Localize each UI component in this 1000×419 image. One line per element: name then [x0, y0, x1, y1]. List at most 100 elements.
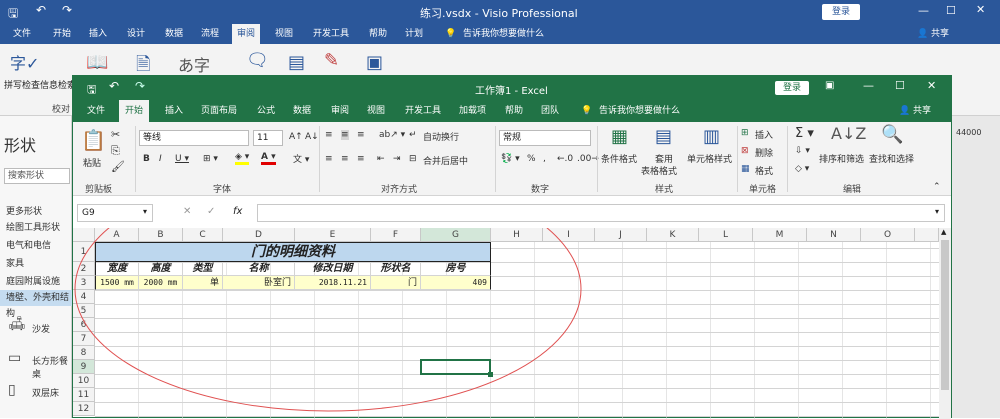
- insert-cells-button[interactable]: 插入: [755, 128, 773, 141]
- column-header-o[interactable]: O: [861, 228, 915, 242]
- decrease-decimal-icon[interactable]: .00→: [577, 154, 599, 164]
- shape-category-garden[interactable]: 庭园附属设施: [6, 274, 60, 287]
- visio-tell-me[interactable]: 告诉我你想要做什么: [458, 24, 549, 44]
- find-select-button[interactable]: 查找和选择: [869, 152, 914, 165]
- format-painter-icon[interactable]: 🖌: [111, 160, 125, 173]
- excel-tab-page-layout[interactable]: 页面布局: [195, 100, 243, 122]
- excel-tab-developer[interactable]: 开发工具: [399, 100, 447, 122]
- visio-tab-help[interactable]: 帮助: [364, 24, 392, 44]
- name-box-dropdown-icon[interactable]: ▾: [143, 207, 147, 216]
- excel-share-button[interactable]: 共享: [907, 100, 937, 122]
- visio-tab-design[interactable]: 设计: [122, 24, 150, 44]
- font-size-select[interactable]: 11: [253, 130, 283, 146]
- phonetic-icon[interactable]: 文 ▾: [293, 152, 309, 165]
- align-center-icon[interactable]: ≡: [341, 154, 349, 164]
- panel-icon[interactable]: ▤: [288, 52, 305, 73]
- ink-icon[interactable]: ✎: [324, 50, 339, 71]
- column-header-m[interactable]: M: [753, 228, 807, 242]
- comment-icon[interactable]: 🗨: [246, 50, 269, 71]
- maximize-icon[interactable]: ☐: [946, 4, 956, 17]
- excel-redo-icon[interactable]: ↷: [135, 79, 145, 93]
- percent-icon[interactable]: %: [527, 154, 536, 164]
- font-name-select[interactable]: 等线: [139, 130, 249, 146]
- font-color-icon[interactable]: A ▾: [261, 152, 276, 165]
- stencil-sofa[interactable]: 沙发: [32, 322, 50, 335]
- comma-icon[interactable]: ,: [543, 154, 546, 164]
- visio-login-button[interactable]: 登录: [822, 4, 860, 20]
- visio-tab-view[interactable]: 视图: [270, 24, 298, 44]
- table-format-button-line2[interactable]: 表格格式: [641, 164, 677, 177]
- shape-category-walls[interactable]: 墙壁、外壳和结构: [0, 290, 72, 319]
- excel-tab-review[interactable]: 审阅: [325, 100, 355, 122]
- table-format-icon[interactable]: ▤: [655, 126, 672, 147]
- copy-icon[interactable]: ⎘: [111, 144, 120, 158]
- excel-tell-me[interactable]: 告诉我你想要做什么: [593, 100, 686, 122]
- excel-tab-home[interactable]: 开始: [119, 100, 150, 122]
- decrease-font-icon[interactable]: A↓: [305, 132, 319, 142]
- border-icon[interactable]: ⊞ ▾: [203, 154, 218, 164]
- redo-icon[interactable]: ↷: [62, 3, 72, 17]
- column-header-n[interactable]: N: [807, 228, 861, 242]
- name-box[interactable]: G9: [77, 204, 153, 222]
- excel-undo-icon[interactable]: ↶: [109, 79, 119, 93]
- excel-tab-view[interactable]: 视图: [361, 100, 391, 122]
- shape-category-furniture[interactable]: 家具: [6, 256, 24, 269]
- orientation-icon[interactable]: ab↗ ▾: [379, 130, 405, 140]
- visio-tab-file[interactable]: 文件: [8, 24, 36, 44]
- sort-filter-button[interactable]: 排序和筛选: [819, 152, 864, 165]
- confirm-formula-icon[interactable]: ✓: [207, 206, 215, 217]
- visio-share-button[interactable]: 共享: [926, 24, 954, 44]
- shape-category-electrical[interactable]: 电气和电信: [6, 238, 51, 251]
- excel-tab-addins[interactable]: 加载项: [453, 100, 492, 122]
- increase-indent-icon[interactable]: ⇥: [393, 154, 401, 164]
- cancel-formula-icon[interactable]: ✕: [183, 206, 191, 217]
- excel-login-button[interactable]: 登录: [775, 81, 809, 95]
- column-header-l[interactable]: L: [699, 228, 753, 242]
- autosum-icon[interactable]: Σ ▾: [795, 126, 814, 141]
- delete-cells-button[interactable]: 删除: [755, 146, 773, 159]
- bold-icon[interactable]: B: [143, 154, 150, 164]
- table-icon[interactable]: ▭: [8, 350, 21, 366]
- visio-tab-plan[interactable]: 计划: [400, 24, 428, 44]
- paste-icon[interactable]: 📋: [81, 128, 106, 152]
- collapse-ribbon-icon[interactable]: ⌃: [933, 182, 941, 192]
- conditional-format-icon[interactable]: ▦: [611, 126, 628, 147]
- sort-filter-icon[interactable]: A↓Z: [831, 124, 866, 143]
- format-cells-button[interactable]: 格式: [755, 164, 773, 177]
- align-bottom-icon[interactable]: ≡: [357, 130, 365, 140]
- excel-tab-file[interactable]: 文件: [81, 100, 111, 122]
- book-icon[interactable]: 📖: [86, 52, 108, 73]
- fill-color-icon[interactable]: ◈ ▾: [235, 152, 250, 165]
- merge-center-button[interactable]: 合并后居中: [423, 154, 468, 167]
- cell-style-icon[interactable]: ▥: [703, 126, 720, 147]
- save-icon[interactable]: 🖫: [8, 4, 18, 25]
- formula-input[interactable]: [257, 204, 945, 222]
- visio-tab-home[interactable]: 开始: [48, 24, 76, 44]
- excel-maximize-icon[interactable]: ☐: [895, 79, 905, 92]
- increase-font-icon[interactable]: A↑: [289, 132, 303, 142]
- excel-minimize-icon[interactable]: —: [863, 79, 874, 92]
- translate-icon[interactable]: あ字: [178, 52, 210, 76]
- excel-ribbon-options-icon[interactable]: ▣: [825, 80, 834, 91]
- search-shapes-input[interactable]: 搜索形状: [4, 168, 70, 184]
- cut-icon[interactable]: ✂: [111, 128, 120, 141]
- research-label[interactable]: 信息检索: [40, 78, 76, 91]
- scroll-thumb[interactable]: [941, 240, 949, 390]
- bunk-bed-icon[interactable]: ▯: [8, 382, 16, 398]
- shape-data-icon[interactable]: ▣: [366, 52, 383, 73]
- fill-icon[interactable]: ⇩ ▾: [795, 146, 810, 156]
- minimize-icon[interactable]: —: [918, 4, 929, 17]
- worksheet-grid[interactable]: A B C D E F G H I J K L M N O 1 2 3 4 5 …: [73, 228, 939, 419]
- sofa-icon[interactable]: 🛋: [8, 316, 26, 332]
- excel-save-icon[interactable]: 🖫: [87, 81, 96, 100]
- conditional-format-button[interactable]: 条件格式: [601, 152, 637, 165]
- scroll-up-icon[interactable]: ▲: [941, 228, 946, 236]
- excel-tab-help[interactable]: 帮助: [499, 100, 529, 122]
- excel-tab-data[interactable]: 数据: [287, 100, 317, 122]
- italic-icon[interactable]: I: [159, 154, 162, 164]
- excel-tab-insert[interactable]: 插入: [159, 100, 189, 122]
- decrease-indent-icon[interactable]: ⇤: [377, 154, 385, 164]
- align-top-icon[interactable]: ≡: [325, 130, 333, 140]
- column-header-j[interactable]: J: [595, 228, 647, 242]
- wrap-text-icon[interactable]: ↵: [409, 130, 417, 140]
